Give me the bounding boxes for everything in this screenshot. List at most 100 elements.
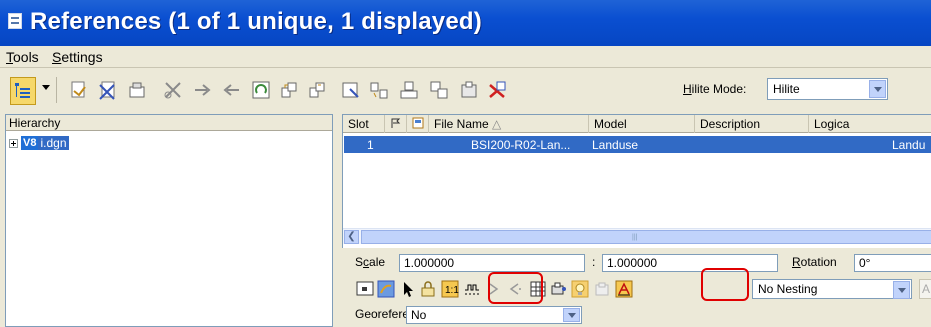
clip-delete-button[interactable] bbox=[218, 77, 244, 103]
reload-button[interactable] bbox=[124, 77, 150, 103]
menu-settings[interactable]: Settings bbox=[52, 49, 103, 65]
flag-icon bbox=[391, 118, 401, 128]
georeferenced-value: No bbox=[411, 308, 427, 322]
references-grid: Slot File Name △ Model Description Logic… bbox=[342, 114, 931, 264]
hierarchy-view-button[interactable] bbox=[10, 77, 36, 105]
thumb-grip-icon: ||| bbox=[632, 234, 638, 241]
clip-mask-icon bbox=[195, 84, 211, 96]
scroll-left-button[interactable]: ❮ bbox=[344, 230, 359, 244]
plot-icon bbox=[551, 282, 566, 295]
move-icon bbox=[309, 82, 325, 98]
chevron-down-icon[interactable] bbox=[893, 281, 910, 299]
display-button[interactable] bbox=[355, 279, 375, 299]
merge-icon bbox=[461, 81, 477, 98]
detach-button[interactable] bbox=[95, 77, 121, 103]
copy-icon bbox=[430, 81, 448, 99]
toolbar: Hilite Mode: Hilite bbox=[0, 68, 931, 110]
rotate-button[interactable] bbox=[248, 77, 274, 103]
hilite-mode-select[interactable]: Hilite bbox=[767, 78, 888, 100]
tree-root-node[interactable]: V8 i.dgn bbox=[9, 135, 69, 151]
toolbar-separator bbox=[56, 77, 57, 103]
mirror-v-icon bbox=[400, 81, 418, 99]
cell-model: Landuse bbox=[592, 138, 639, 152]
window-icon bbox=[8, 13, 22, 29]
arrow-left-icon bbox=[509, 283, 521, 295]
previous-button[interactable] bbox=[504, 279, 524, 299]
hilite-mode-label: Hilite Mode: bbox=[683, 82, 747, 96]
clip-delete-icon bbox=[223, 84, 239, 96]
clip-back-button[interactable] bbox=[592, 279, 612, 299]
table-row[interactable]: 1 BSI200-R02-Lan... Landuse Landu bbox=[344, 136, 931, 153]
hierarchy-header: Hierarchy bbox=[6, 115, 332, 131]
column-slot[interactable]: Slot bbox=[343, 115, 385, 133]
chevron-down-icon[interactable] bbox=[563, 308, 580, 322]
rotate-icon bbox=[252, 81, 270, 99]
expand-icon[interactable] bbox=[9, 138, 18, 148]
chevron-down-icon[interactable] bbox=[869, 80, 886, 98]
scale-button[interactable] bbox=[338, 77, 364, 103]
menu-tools[interactable]: Tools bbox=[6, 49, 39, 65]
scale-master-field[interactable]: 1.000000 bbox=[399, 254, 585, 272]
rotation-field[interactable]: 0° bbox=[854, 254, 931, 272]
true-scale-icon: 1:1 bbox=[441, 280, 459, 298]
delete-button[interactable] bbox=[484, 77, 510, 103]
locate-button[interactable] bbox=[398, 279, 418, 299]
annotation-scale-icon bbox=[615, 280, 633, 298]
exchange-icon bbox=[489, 81, 506, 98]
scale-icon bbox=[342, 82, 359, 98]
treat-as-element-button[interactable] bbox=[418, 279, 438, 299]
column-model[interactable]: Model bbox=[589, 115, 695, 133]
nesting-depth-field[interactable]: A bbox=[919, 279, 931, 299]
column-description[interactable]: Description bbox=[695, 115, 809, 133]
levels-button[interactable] bbox=[528, 279, 548, 299]
attach-copy-button[interactable] bbox=[276, 77, 302, 103]
cell-slot: 1 bbox=[367, 138, 374, 152]
lightbulb-button[interactable] bbox=[570, 279, 590, 299]
reload-icon bbox=[129, 82, 145, 98]
mirror-h-icon bbox=[370, 82, 388, 99]
mirror-vertical-button[interactable] bbox=[396, 77, 422, 103]
column-display-flag[interactable] bbox=[385, 115, 407, 133]
scroll-thumb[interactable]: ||| bbox=[361, 230, 931, 244]
column-logical[interactable]: Logica bbox=[809, 115, 931, 133]
mirror-horizontal-button[interactable] bbox=[366, 77, 392, 103]
window-title: References (1 of 1 unique, 1 displayed) bbox=[30, 8, 482, 35]
copy-button[interactable] bbox=[426, 77, 452, 103]
line-style-icon bbox=[465, 284, 479, 295]
nesting-select[interactable]: No Nesting bbox=[752, 279, 912, 299]
svg-text:1:1: 1:1 bbox=[445, 285, 459, 296]
cell-file-name: BSI200-R02-Lan... bbox=[471, 138, 571, 152]
grid-icon bbox=[530, 281, 546, 297]
hierarchy-dropdown-arrow[interactable] bbox=[42, 85, 50, 90]
cursor-icon bbox=[404, 282, 413, 297]
georeferenced-select[interactable]: No bbox=[406, 306, 582, 324]
move-button[interactable] bbox=[304, 77, 330, 103]
true-scale-button[interactable]: 1:1 bbox=[440, 279, 460, 299]
main-area: Hierarchy V8 i.dgn Slot File Name △ Mode… bbox=[0, 110, 931, 327]
snap-button[interactable] bbox=[376, 279, 396, 299]
scale-ref-field[interactable]: 1.000000 bbox=[602, 254, 778, 272]
attach-icon bbox=[71, 81, 86, 98]
reference-settings: Scale 1.000000 : 1.000000 Rotation 0° 1:… bbox=[342, 248, 931, 327]
window-titlebar[interactable]: References (1 of 1 unique, 1 displayed) bbox=[0, 0, 931, 46]
lock-icon bbox=[421, 281, 435, 297]
scale-label: Scale bbox=[355, 255, 386, 269]
v8-file-icon: V8 bbox=[21, 136, 39, 150]
column-file-name[interactable]: File Name △ bbox=[429, 115, 589, 133]
scale-colon: : bbox=[592, 255, 596, 269]
attach-copy-icon bbox=[281, 82, 297, 98]
horizontal-scrollbar[interactable]: ❮ ||| bbox=[343, 228, 931, 244]
merge-button[interactable] bbox=[456, 77, 482, 103]
clip-mask-button[interactable] bbox=[190, 77, 216, 103]
hilite-mode-value: Hilite bbox=[773, 82, 800, 96]
annotation-scale-button[interactable] bbox=[614, 279, 634, 299]
next-button[interactable] bbox=[484, 279, 504, 299]
clip-boundary-button[interactable] bbox=[160, 77, 186, 103]
column-snap[interactable] bbox=[407, 115, 429, 133]
print-button[interactable] bbox=[548, 279, 568, 299]
line-style-scale-button[interactable] bbox=[462, 279, 482, 299]
display-icon bbox=[356, 281, 374, 296]
detach-icon bbox=[99, 81, 115, 100]
attach-button[interactable] bbox=[66, 77, 92, 103]
tree-root-label: i.dgn bbox=[38, 136, 69, 150]
